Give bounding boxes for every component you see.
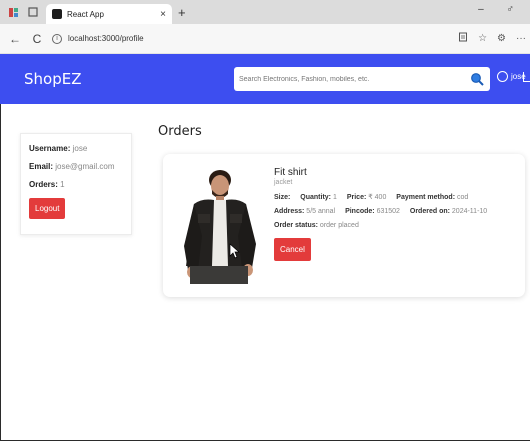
reader-view-icon[interactable] <box>458 32 468 45</box>
order-meta-row-1: Size: Quantity: 1 Price: ₹ 400 Payment m… <box>274 193 519 201</box>
search-input[interactable] <box>234 67 464 91</box>
payment-label: Payment method: <box>396 194 456 201</box>
profile-card: Username: jose Email: jose@gmail.com Ord… <box>20 133 132 235</box>
extensions-icon[interactable]: ⚙ <box>497 33 506 44</box>
cart-icon[interactable] <box>523 72 530 82</box>
url-field[interactable]: i localhost:3000/profile <box>52 29 448 49</box>
tab-strip: React App × + – ♂ <box>0 0 530 24</box>
order-status-value: order placed <box>319 222 359 229</box>
address-label: Address: <box>274 208 305 215</box>
orders-count: 1 <box>60 180 65 189</box>
username-label: Username: <box>29 144 71 153</box>
tab-actions-icon[interactable] <box>26 5 40 19</box>
quantity-label: Quantity: <box>300 194 332 201</box>
address-bar-actions: ☆ ⚙ ··· <box>448 32 526 45</box>
site-info-icon[interactable]: i <box>52 33 62 44</box>
user-icon <box>497 71 508 82</box>
price-value: ₹ 400 <box>368 194 387 201</box>
browser-tab[interactable]: React App × <box>46 4 172 24</box>
orders-label: Orders: <box>29 180 58 189</box>
order-status-label: Order status: <box>274 222 318 229</box>
reload-icon[interactable]: C <box>30 32 44 46</box>
email-label: Email: <box>29 162 54 171</box>
more-icon[interactable]: ··· <box>516 33 526 44</box>
order-status-row: Order status: order placed <box>274 222 519 229</box>
url-text: localhost:3000/profile <box>68 34 144 43</box>
product-description: jacket <box>274 179 293 186</box>
search-bar <box>234 67 490 91</box>
orders-heading: Orders <box>158 124 202 139</box>
ordered-on-label: Ordered on: <box>409 208 450 215</box>
address-bar: ← C i localhost:3000/profile ☆ ⚙ ··· <box>0 24 530 54</box>
pincode-value: 631502 <box>376 208 400 215</box>
favorite-star-icon[interactable]: ☆ <box>478 33 487 44</box>
profile-username-row: Username: jose <box>29 144 123 153</box>
cancel-order-button[interactable]: Cancel <box>274 238 311 261</box>
tab-close-icon[interactable]: × <box>160 9 166 20</box>
ordered-on-value: 2024-11-10 <box>451 208 488 215</box>
pincode-label: Pincode: <box>345 208 375 215</box>
quantity-value: 1 <box>332 194 337 201</box>
address-value: 5/5 annal <box>306 208 336 215</box>
username-value: jose <box>72 144 88 153</box>
price-label: Price: <box>346 194 367 201</box>
window-controls[interactable]: – ♂ <box>478 4 524 15</box>
profile-email-row: Email: jose@gmail.com <box>29 162 123 171</box>
brand-logo[interactable]: ShopEZ <box>24 70 81 88</box>
logout-button[interactable]: Logout <box>29 198 66 219</box>
workspaces-icon[interactable] <box>6 5 20 19</box>
size-label: Size: <box>274 194 291 201</box>
email-value: jose@gmail.com <box>55 162 115 171</box>
new-tab-icon[interactable]: + <box>178 5 186 20</box>
search-icon[interactable] <box>464 67 490 91</box>
order-details: Fit shirt jacket Size: Quantity: 1 Price… <box>274 167 519 261</box>
payment-value: cod <box>456 194 469 201</box>
product-name: Fit shirt <box>274 167 307 178</box>
order-card: Fit shirt jacket Size: Quantity: 1 Price… <box>163 154 525 297</box>
order-meta-row-2: Address: 5/5 annal Pincode: 631502 Order… <box>274 208 519 215</box>
profile-orders-row: Orders: 1 <box>29 180 123 189</box>
back-icon[interactable]: ← <box>8 32 22 46</box>
favicon-icon <box>52 9 62 19</box>
user-menu[interactable]: jose <box>497 71 526 82</box>
tab-title: React App <box>67 9 104 19</box>
product-image <box>172 166 264 284</box>
app-header: ShopEZ jose <box>0 54 530 104</box>
